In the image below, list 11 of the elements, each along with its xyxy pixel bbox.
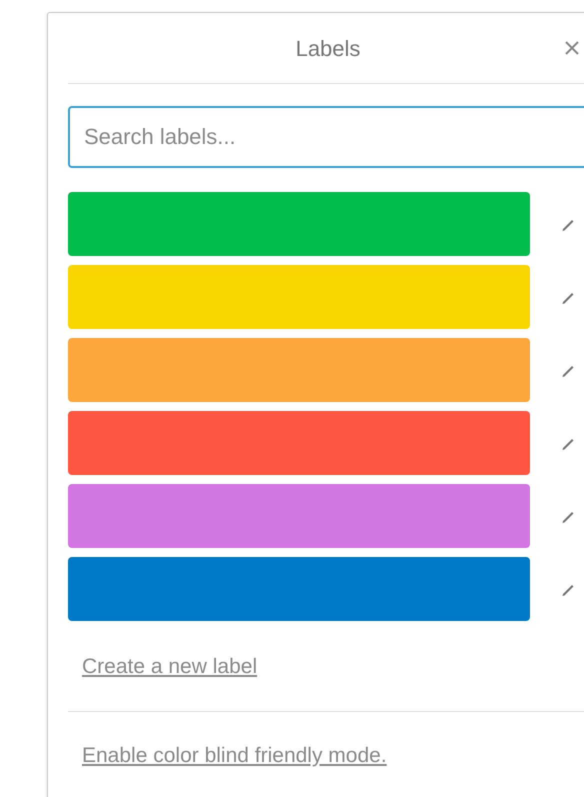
search-field[interactable]: Search labels... <box>68 106 584 168</box>
label-color-bar[interactable] <box>68 557 530 621</box>
label-color-bar[interactable] <box>68 338 530 402</box>
create-label-link[interactable]: Create a new label <box>82 655 258 678</box>
label-color-bar[interactable] <box>68 411 530 475</box>
close-icon[interactable] <box>565 41 579 55</box>
popover-title: Labels <box>296 34 360 62</box>
colorblind-mode-link[interactable]: Enable color blind friendly mode. <box>82 744 387 766</box>
label-color-bar[interactable] <box>68 265 530 329</box>
label-color-bar[interactable] <box>68 192 530 256</box>
label-color-bar[interactable] <box>68 484 530 548</box>
